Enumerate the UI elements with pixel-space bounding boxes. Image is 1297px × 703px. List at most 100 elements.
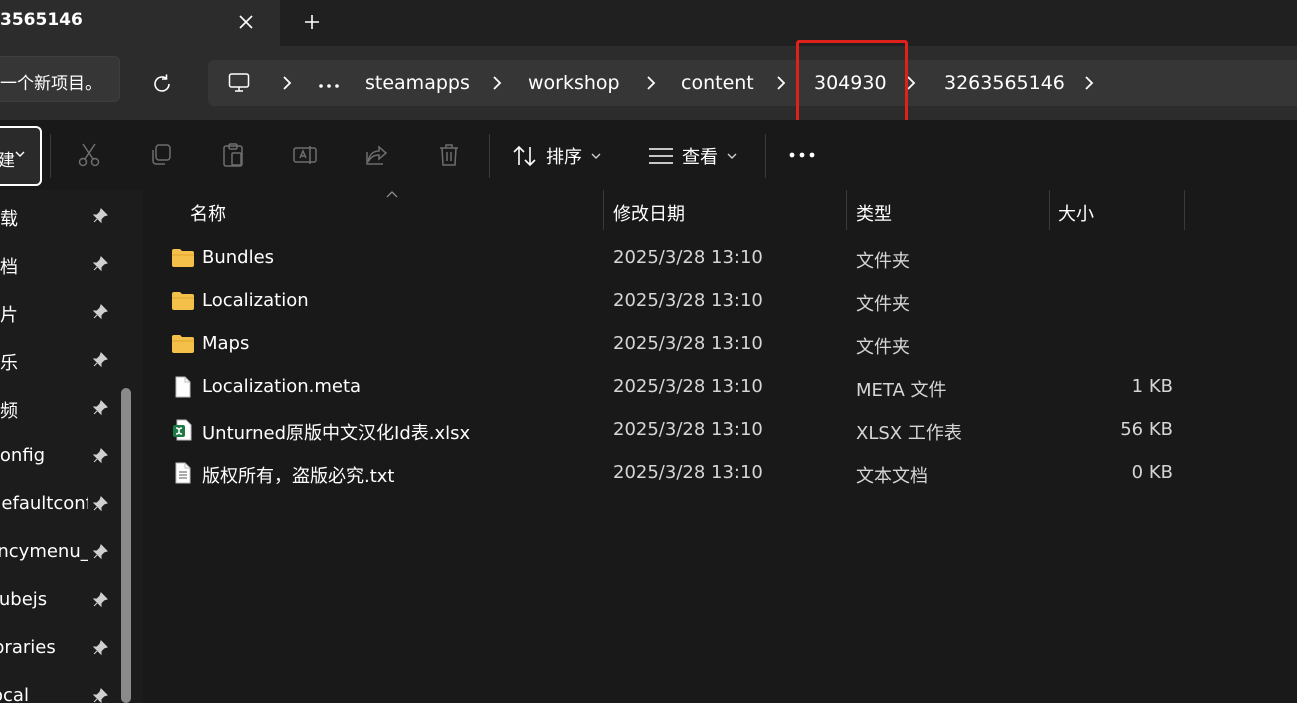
chevron-right-icon[interactable] [280,75,294,91]
text-file-icon [175,462,191,484]
sort-icon [513,145,536,167]
folder-icon [172,249,194,267]
file-type: META 文件 [856,380,947,401]
file-row[interactable]: Bundles 2025/3/28 13:10 文件夹 [143,237,1297,280]
more-path-icon[interactable] [318,74,340,93]
sidebar-item-music[interactable]: 音乐 [0,339,120,379]
sidebar-item-defaultconfig[interactable]: defaultconfig [0,483,120,523]
chevron-right-icon[interactable] [1082,75,1096,91]
tab-active[interactable]: 3565146 [0,0,280,46]
file-size: 56 KB [1120,419,1173,440]
sidebar-item-documents[interactable]: 文档 [0,243,120,283]
file-type: 文件夹 [856,337,910,358]
file-size: 0 KB [1131,462,1173,483]
sidebar-item-local[interactable]: local [0,675,120,703]
delete-icon[interactable] [436,142,462,168]
file-row[interactable]: Unturned原版中文汉化Id表.xlsx 2025/3/28 13:10 X… [143,409,1297,452]
sidebar-item-label: kubejs [0,589,48,610]
file-type: 文件夹 [856,251,910,272]
new-button[interactable]: 建 [0,126,42,186]
file-date: 2025/3/28 13:10 [613,462,763,483]
sort-button[interactable]: 排序 [512,142,602,170]
sidebar-item-pictures[interactable]: 图片 [0,291,120,331]
sidebar-item-fancymenu[interactable]: fancymenu_ [0,531,120,571]
sidebar-item-label: config [0,445,46,466]
file-name: Localization.meta [202,376,362,397]
sidebar-item-label: defaultconfig [0,493,88,514]
chevron-right-icon[interactable] [490,75,504,91]
column-header-type[interactable]: 类型 [856,200,892,226]
breadcrumb-steamapps[interactable]: steamapps [365,73,470,93]
sidebar-item-label: 视频 [0,401,18,422]
file-date: 2025/3/28 13:10 [613,376,763,397]
column-divider[interactable] [1184,190,1185,230]
sidebar-scrollbar[interactable] [121,388,131,703]
tab-strip: 3565146 [0,0,1297,46]
search-box[interactable]: 一个新项目。 [0,56,120,102]
pin-icon [92,352,108,368]
file-date: 2025/3/28 13:10 [613,333,763,354]
file-row[interactable]: Localization 2025/3/28 13:10 文件夹 [143,280,1297,323]
file-date: 2025/3/28 13:10 [613,290,763,311]
breadcrumb-3263565146[interactable]: 3263565146 [944,73,1065,93]
sidebar-item-libraries[interactable]: libraries [0,627,120,667]
chevron-right-icon[interactable] [774,75,788,91]
command-bar: 建 排序 查看 [0,120,1297,190]
sidebar-item-config[interactable]: config [0,435,120,475]
sidebar-item-videos[interactable]: 视频 [0,387,120,427]
toolbar-divider [50,134,51,178]
folder-icon [172,335,194,353]
column-header-row: 名称 修改日期 类型 大小 [143,190,1297,230]
column-header-name[interactable]: 名称 [190,200,226,226]
file-row[interactable]: 版权所有，盗版必究.txt 2025/3/28 13:10 文本文档 0 KB [143,452,1297,495]
file-name: Localization [202,290,309,311]
plus-icon[interactable] [298,8,326,36]
chevron-down-icon [15,151,25,157]
view-button[interactable]: 查看 [648,142,738,170]
cut-icon[interactable] [76,142,102,168]
sidebar-item-label: 文档 [0,257,18,278]
pin-icon [92,304,108,320]
chevron-down-icon [727,153,737,159]
file-type: 文件夹 [856,294,910,315]
column-header-date[interactable]: 修改日期 [613,200,685,226]
sort-button-label: 排序 [546,147,582,168]
file-icon [175,376,191,398]
copy-icon[interactable] [148,142,174,168]
close-icon[interactable] [232,8,260,36]
file-name: 版权所有，盗版必究.txt [202,466,395,487]
navigation-pane: 下载 文档 图片 音乐 视频 config defaultconfig fanc… [0,190,143,703]
new-button-label: 建 [0,151,15,171]
sidebar-item-kubejs[interactable]: kubejs [0,579,120,619]
address-bar[interactable]: steamapps workshop content 304930 326356… [208,60,1297,106]
pin-icon [92,688,108,703]
chevron-down-icon [591,153,601,159]
column-divider[interactable] [603,190,604,230]
file-size: 1 KB [1131,376,1173,397]
toolbar-divider [489,134,490,178]
file-row[interactable]: Maps 2025/3/28 13:10 文件夹 [143,323,1297,366]
highlight-box [796,40,908,128]
view-button-label: 查看 [682,147,718,168]
file-list: 名称 修改日期 类型 大小 Bundles 2025/3/28 13:10 文件… [143,190,1297,703]
breadcrumb-workshop[interactable]: workshop [528,73,620,93]
rename-icon[interactable] [292,142,318,168]
sidebar-item-downloads[interactable]: 下载 [0,195,120,235]
toolbar-divider [765,134,766,178]
column-divider[interactable] [846,190,847,230]
more-options-icon[interactable] [788,152,816,158]
pin-icon [92,400,108,416]
share-icon[interactable] [364,142,390,168]
tab-title: 3565146 [0,10,83,30]
chevron-right-icon[interactable] [644,75,658,91]
breadcrumb-content[interactable]: content [681,73,754,93]
file-row[interactable]: Localization.meta 2025/3/28 13:10 META 文… [143,366,1297,409]
column-header-size[interactable]: 大小 [1058,200,1094,226]
column-divider[interactable] [1049,190,1050,230]
paste-icon[interactable] [220,142,246,168]
pin-icon [92,544,108,560]
refresh-icon[interactable] [146,68,178,100]
folder-icon [172,292,194,310]
computer-icon[interactable] [228,72,250,98]
file-name: Maps [202,333,250,354]
